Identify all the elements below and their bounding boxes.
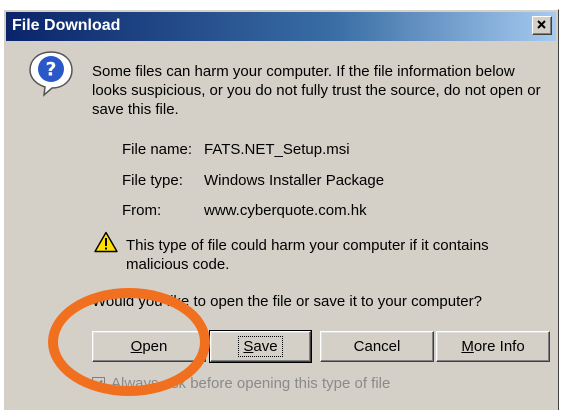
save-label-rest: ave [253,338,278,355]
title-bar[interactable]: File Download [6,12,556,41]
always-ask-row[interactable]: Always ask before opening this type of f… [92,375,390,392]
save-button[interactable]: Save [209,330,312,363]
security-warning-text: Some files can harm your computer. If th… [92,63,541,118]
close-icon [537,20,546,29]
warning-icon [94,231,118,253]
open-label-rest: pen [142,338,168,355]
from-value: www.cyberquote.com.hk [204,202,367,219]
more-info-button[interactable]: More Info [436,331,550,362]
from-label: From: [122,202,162,219]
file-type-value: Windows Installer Package [204,172,385,189]
question-icon: ? [29,51,73,97]
always-ask-checkbox[interactable] [92,377,105,390]
cancel-label: Cancel [353,338,401,355]
open-button[interactable]: Open [92,331,206,362]
save-focus-rect: Save [238,336,283,357]
more-info-label-rest: ore Info [473,338,525,355]
save-accelerator: S [243,338,254,355]
open-accelerator: O [130,338,143,355]
more-info-accelerator: M [461,338,474,355]
always-ask-label: Always ask before opening this type of f… [111,375,391,392]
harm-notice-text: This type of file could harm your comput… [126,237,489,273]
download-prompt: Would you like to open the file or save … [92,293,482,310]
file-type-label: File type: [122,172,183,189]
checkmark-icon [94,379,103,388]
cancel-button[interactable]: Cancel [320,331,434,362]
dialog-title: File Download [12,17,121,34]
svg-text:?: ? [45,59,56,81]
close-button[interactable] [532,16,552,35]
file-name-value: FATS.NET_Setup.msi [204,141,350,158]
file-name-label: File name: [122,141,193,158]
